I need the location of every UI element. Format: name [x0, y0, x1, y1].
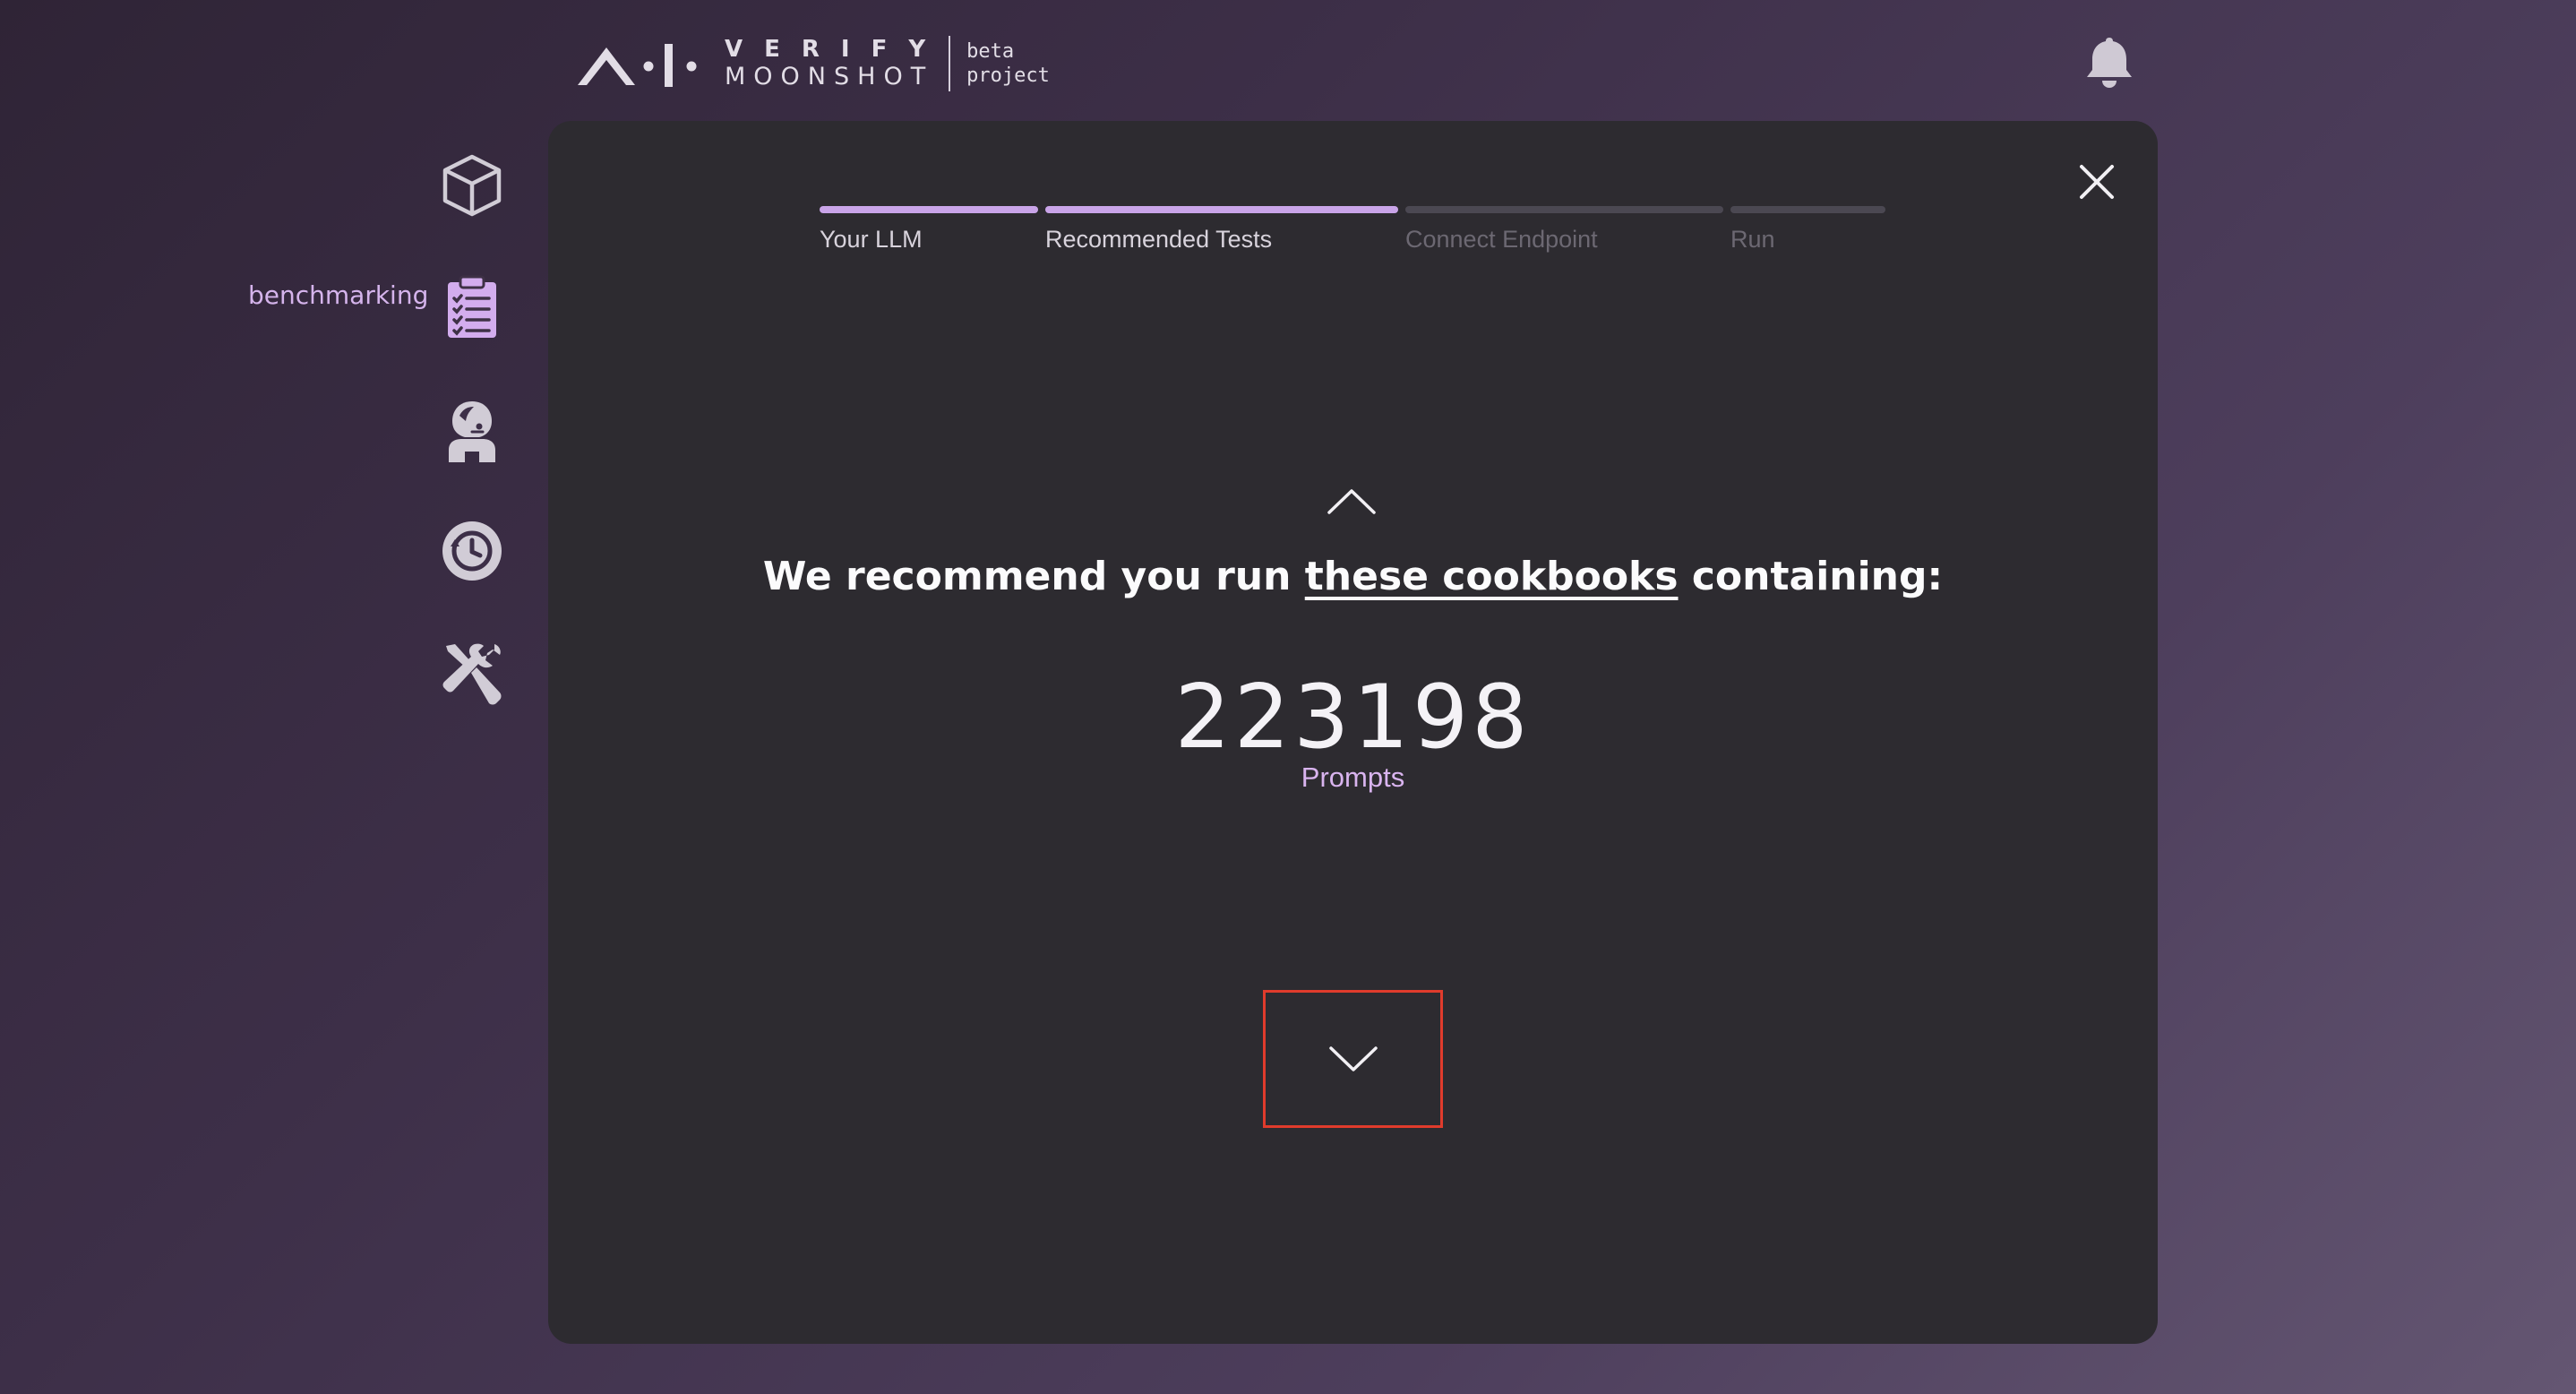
sidebar-item-red-teaming[interactable]: [439, 398, 505, 464]
logo-word-verify: VERIFY: [725, 36, 948, 63]
chevron-down-icon: [1328, 1046, 1378, 1071]
prompt-count: 223198: [1174, 667, 1532, 769]
chevron-up-icon: [1327, 489, 1376, 514]
aiverify-logo-mark-icon: [578, 44, 697, 87]
close-button[interactable]: [2073, 158, 2121, 206]
sidebar-item-benchmarking[interactable]: [439, 273, 505, 340]
app-logo: VERIFY MOONSHOT beta project: [578, 32, 1050, 95]
history-icon: [442, 521, 502, 581]
cookbooks-link[interactable]: these cookbooks: [1305, 554, 1679, 599]
next-step-button[interactable]: [1263, 990, 1443, 1128]
recommendation-headline: We recommend you run these cookbooks con…: [548, 554, 2158, 599]
sidebar-item-endpoints[interactable]: [439, 152, 505, 219]
previous-step-button[interactable]: [1322, 484, 1381, 520]
cube-icon: [442, 154, 502, 217]
step-recommended-tests: Recommended Tests: [1045, 206, 1398, 254]
headline-text-before: We recommend you run: [762, 554, 1305, 599]
step-progress-bar: [820, 206, 1038, 213]
step-label: Recommended Tests: [1045, 226, 1273, 253]
tools-icon: [442, 643, 502, 705]
step-label: Your LLM: [820, 226, 923, 253]
red-teaming-agent-icon: [449, 401, 495, 462]
sidebar-item-label-benchmarking[interactable]: benchmarking: [248, 280, 428, 310]
sidebar-item-utilities[interactable]: [439, 641, 505, 707]
logo-word-moonshot: MOONSHOT: [725, 63, 934, 90]
logo-divider: [949, 36, 951, 91]
step-run: Run: [1730, 206, 1885, 254]
step-progress-bar: [1405, 206, 1723, 213]
step-label: Connect Endpoint: [1405, 226, 1598, 253]
logo-tag-project: project: [966, 65, 1050, 87]
step-connect-endpoint: Connect Endpoint: [1405, 206, 1723, 254]
logo-tag-beta: beta: [966, 40, 1015, 63]
close-icon: [2080, 165, 2114, 199]
bell-icon: [2087, 38, 2132, 88]
step-progress-bar: [1730, 206, 1885, 213]
headline-text-after: containing:: [1678, 554, 1944, 599]
sidebar-item-history[interactable]: [439, 518, 505, 584]
prompt-count-label: Prompts: [1301, 762, 1405, 793]
step-progress-bar: [1045, 206, 1398, 213]
clipboard-checklist-icon: [448, 275, 496, 338]
notifications-button[interactable]: [2083, 34, 2135, 90]
step-label: Run: [1730, 226, 1775, 253]
step-your-llm: Your LLM: [820, 206, 1038, 254]
